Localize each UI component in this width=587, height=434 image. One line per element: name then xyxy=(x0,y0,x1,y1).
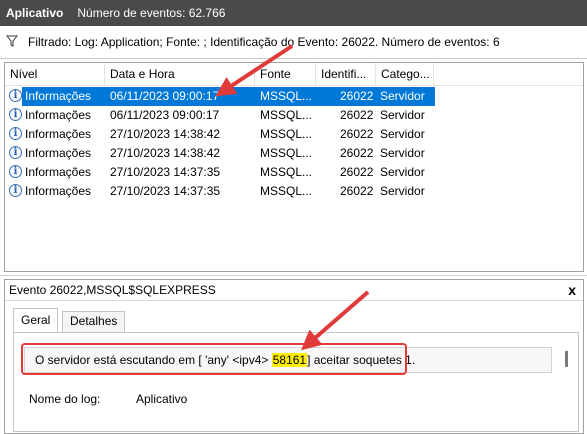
annotation-arrows xyxy=(215,44,370,351)
arrow-to-message xyxy=(300,290,370,351)
arrow-to-selected-row xyxy=(215,44,294,97)
